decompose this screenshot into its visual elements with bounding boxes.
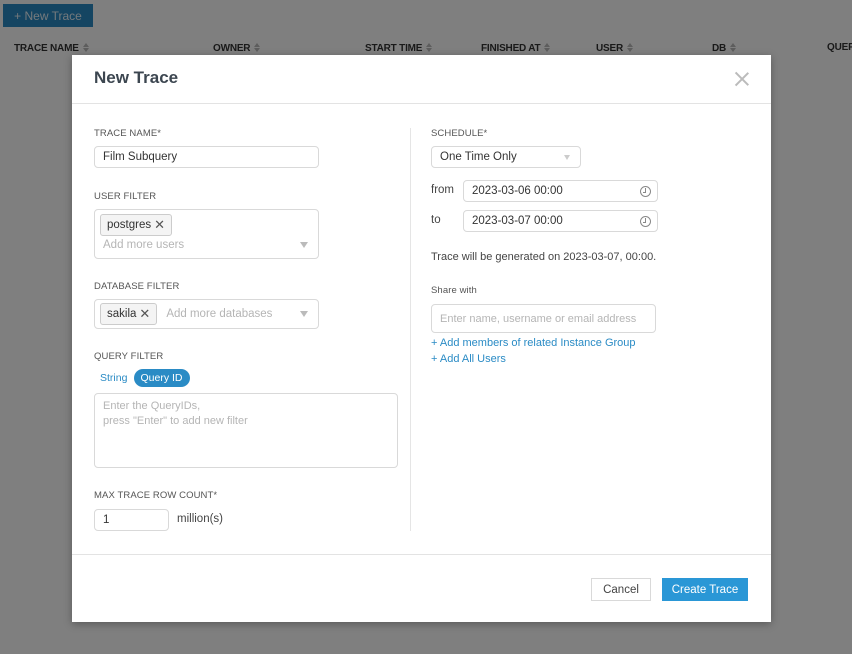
- add-all-users-link[interactable]: + Add All Users: [431, 353, 506, 365]
- footer-divider: [72, 554, 771, 555]
- trace-name-input[interactable]: Film Subquery: [94, 146, 319, 168]
- share-with-input[interactable]: Enter name, username or email address: [431, 304, 656, 333]
- from-datetime-value: 2023-03-06 00:00: [472, 185, 563, 197]
- mode-string-tab[interactable]: String: [100, 372, 127, 384]
- schedule-label: SCHEDULE*: [431, 128, 488, 139]
- user-tag-label: postgres: [107, 219, 152, 231]
- modal-title: New Trace: [94, 68, 179, 87]
- to-datetime-value: 2023-03-07 00:00: [472, 215, 563, 227]
- query-filter-modes: String Query ID: [94, 369, 190, 387]
- from-datetime-input[interactable]: 2023-03-06 00:00: [463, 180, 658, 202]
- remove-tag-icon[interactable]: ✕: [154, 217, 165, 233]
- chevron-down-icon: [564, 155, 570, 160]
- close-icon[interactable]: [735, 72, 749, 86]
- max-row-count-label: MAX TRACE ROW COUNT*: [94, 490, 218, 501]
- query-filter-placeholder-line1: Enter the QueryIDs,: [103, 400, 201, 412]
- add-instance-group-link[interactable]: + Add members of related Instance Group: [431, 337, 636, 349]
- database-filter-placeholder: Add more databases: [166, 308, 273, 320]
- column-divider: [410, 128, 411, 531]
- schedule-select[interactable]: One Time Only: [431, 146, 581, 168]
- query-filter-label: QUERY FILTER: [94, 351, 164, 362]
- clock-icon[interactable]: [640, 216, 651, 227]
- chevron-down-icon[interactable]: [300, 311, 308, 317]
- to-datetime-input[interactable]: 2023-03-07 00:00: [463, 210, 658, 232]
- share-with-placeholder: Enter name, username or email address: [440, 312, 637, 325]
- mode-query-id-tab[interactable]: Query ID: [133, 369, 190, 387]
- cancel-button[interactable]: Cancel: [591, 578, 651, 601]
- remove-tag-icon[interactable]: ✕: [139, 306, 150, 322]
- max-row-count-input[interactable]: 1: [94, 509, 169, 531]
- database-filter-input[interactable]: sakila ✕ Add more databases: [94, 299, 319, 329]
- to-label: to: [431, 214, 441, 226]
- database-tag: sakila ✕: [100, 303, 158, 325]
- schedule-selected: One Time Only: [440, 151, 517, 163]
- user-filter-input[interactable]: postgres ✕ Add more users: [94, 209, 319, 259]
- max-row-count-value: 1: [103, 514, 110, 526]
- user-filter-placeholder: Add more users: [103, 239, 185, 251]
- trace-name-value: Film Subquery: [103, 151, 178, 163]
- from-label: from: [431, 184, 454, 196]
- query-filter-placeholder-line2: press "Enter" to add new filter: [103, 415, 248, 427]
- database-filter-label: DATABASE FILTER: [94, 281, 180, 292]
- user-tag: postgres ✕: [100, 214, 173, 236]
- user-filter-label: USER FILTER: [94, 191, 157, 202]
- database-tag-label: sakila: [107, 308, 137, 320]
- modal-header: New Trace: [72, 55, 771, 104]
- query-filter-textarea[interactable]: Enter the QueryIDs, press "Enter" to add…: [94, 393, 398, 468]
- new-trace-modal: New Trace TRACE NAME* Film Subquery USER…: [72, 55, 771, 622]
- trace-name-label: TRACE NAME*: [94, 128, 162, 139]
- share-with-label: Share with: [431, 285, 477, 296]
- chevron-down-icon[interactable]: [300, 242, 308, 248]
- create-trace-button[interactable]: Create Trace: [662, 578, 748, 601]
- clock-icon[interactable]: [640, 186, 651, 197]
- max-row-count-unit: million(s): [177, 513, 223, 525]
- trace-generated-note: Trace will be generated on 2023-03-07, 0…: [431, 251, 657, 263]
